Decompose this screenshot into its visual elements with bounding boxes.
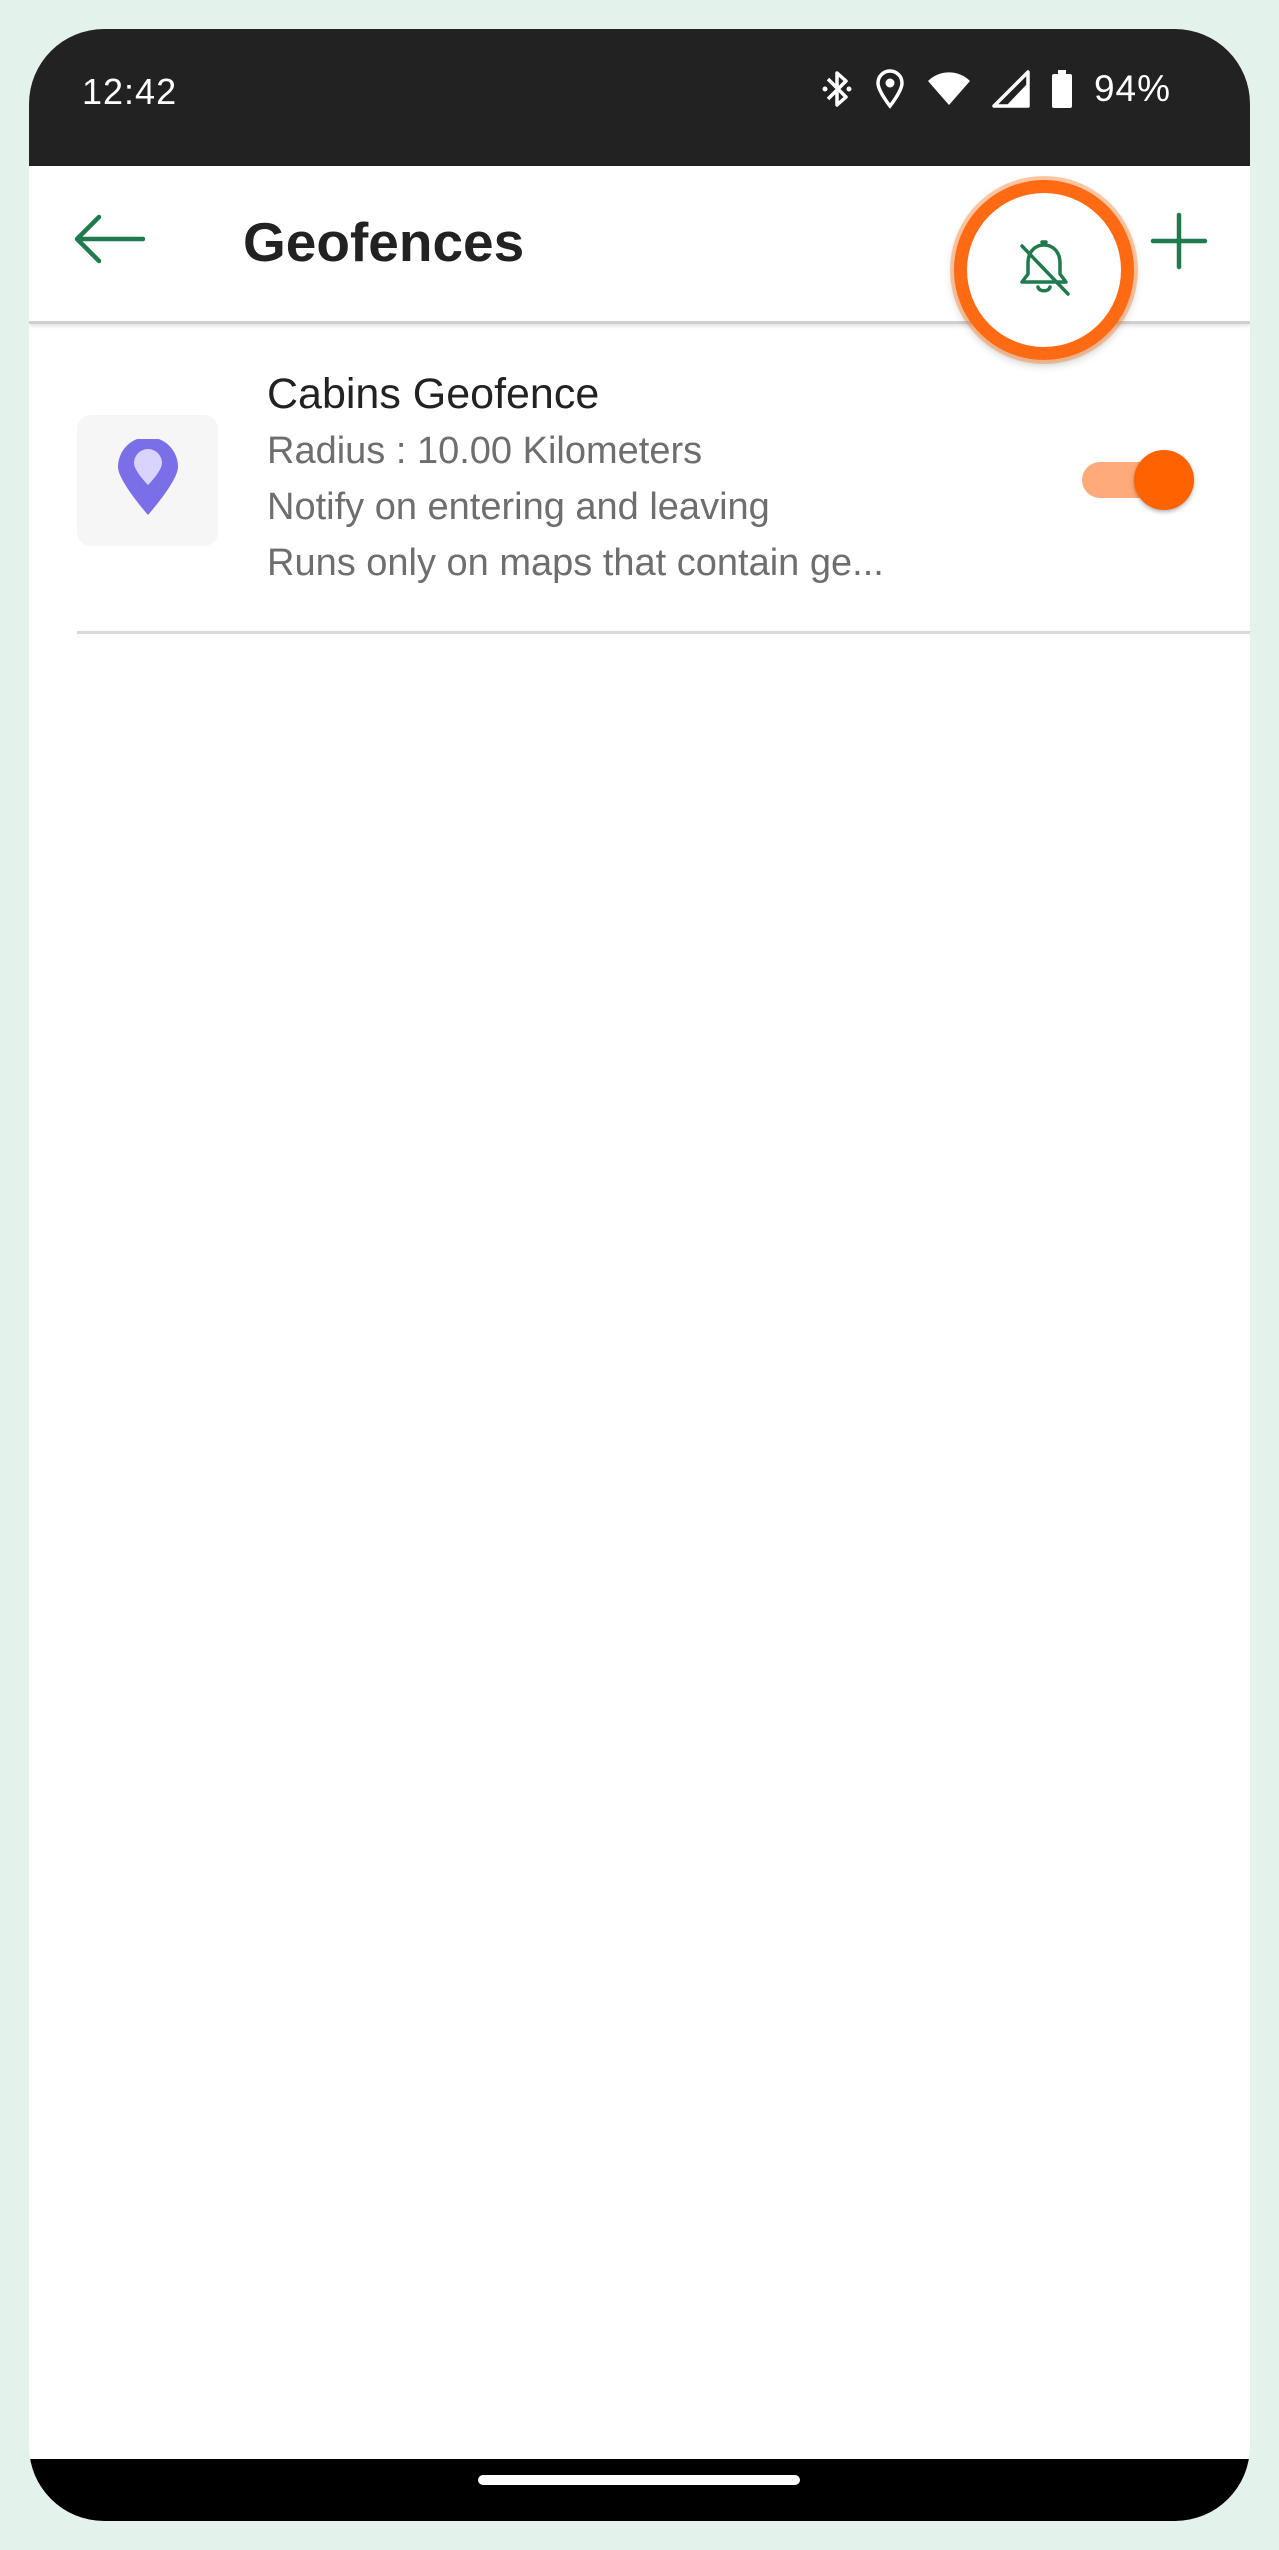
toggle-thumb — [1134, 450, 1194, 510]
geofence-name: Cabins Geofence — [267, 370, 600, 418]
geofence-icon-box — [77, 415, 218, 546]
back-button[interactable] — [69, 206, 149, 276]
wifi-icon — [926, 69, 972, 109]
geofence-enabled-toggle[interactable] — [1082, 450, 1194, 510]
navigation-bar — [29, 2459, 1250, 2521]
list-divider — [77, 631, 1250, 634]
status-time: 12:42 — [82, 71, 178, 112]
phone-screen: 12:42 94% Geofences Cabins Geofence Radi… — [29, 29, 1250, 2521]
battery-percentage: 94% — [1093, 68, 1171, 109]
bluetooth-icon — [820, 69, 854, 109]
geofence-runs-on: Runs only on maps that contain ge... — [267, 542, 884, 584]
location-icon — [874, 69, 906, 109]
geofence-list-item[interactable]: Cabins Geofence Radius : 10.00 Kilometer… — [29, 324, 1250, 629]
back-arrow-icon — [73, 213, 146, 270]
home-indicator[interactable] — [478, 2475, 800, 2485]
add-geofence-button[interactable] — [1144, 208, 1214, 278]
signal-icon — [992, 69, 1030, 109]
map-pin-icon — [116, 437, 180, 522]
status-bar: 12:42 94% — [29, 29, 1250, 166]
battery-icon — [1050, 69, 1074, 109]
geofence-notify-mode: Notify on entering and leaving — [267, 486, 770, 528]
status-icons: 94% — [820, 65, 1171, 113]
plus-icon — [1149, 211, 1209, 276]
page-title: Geofences — [243, 211, 525, 273]
app-bar: Geofences — [29, 166, 1250, 360]
bell-off-icon — [1012, 236, 1076, 305]
geofence-radius: Radius : 10.00 Kilometers — [267, 430, 703, 472]
